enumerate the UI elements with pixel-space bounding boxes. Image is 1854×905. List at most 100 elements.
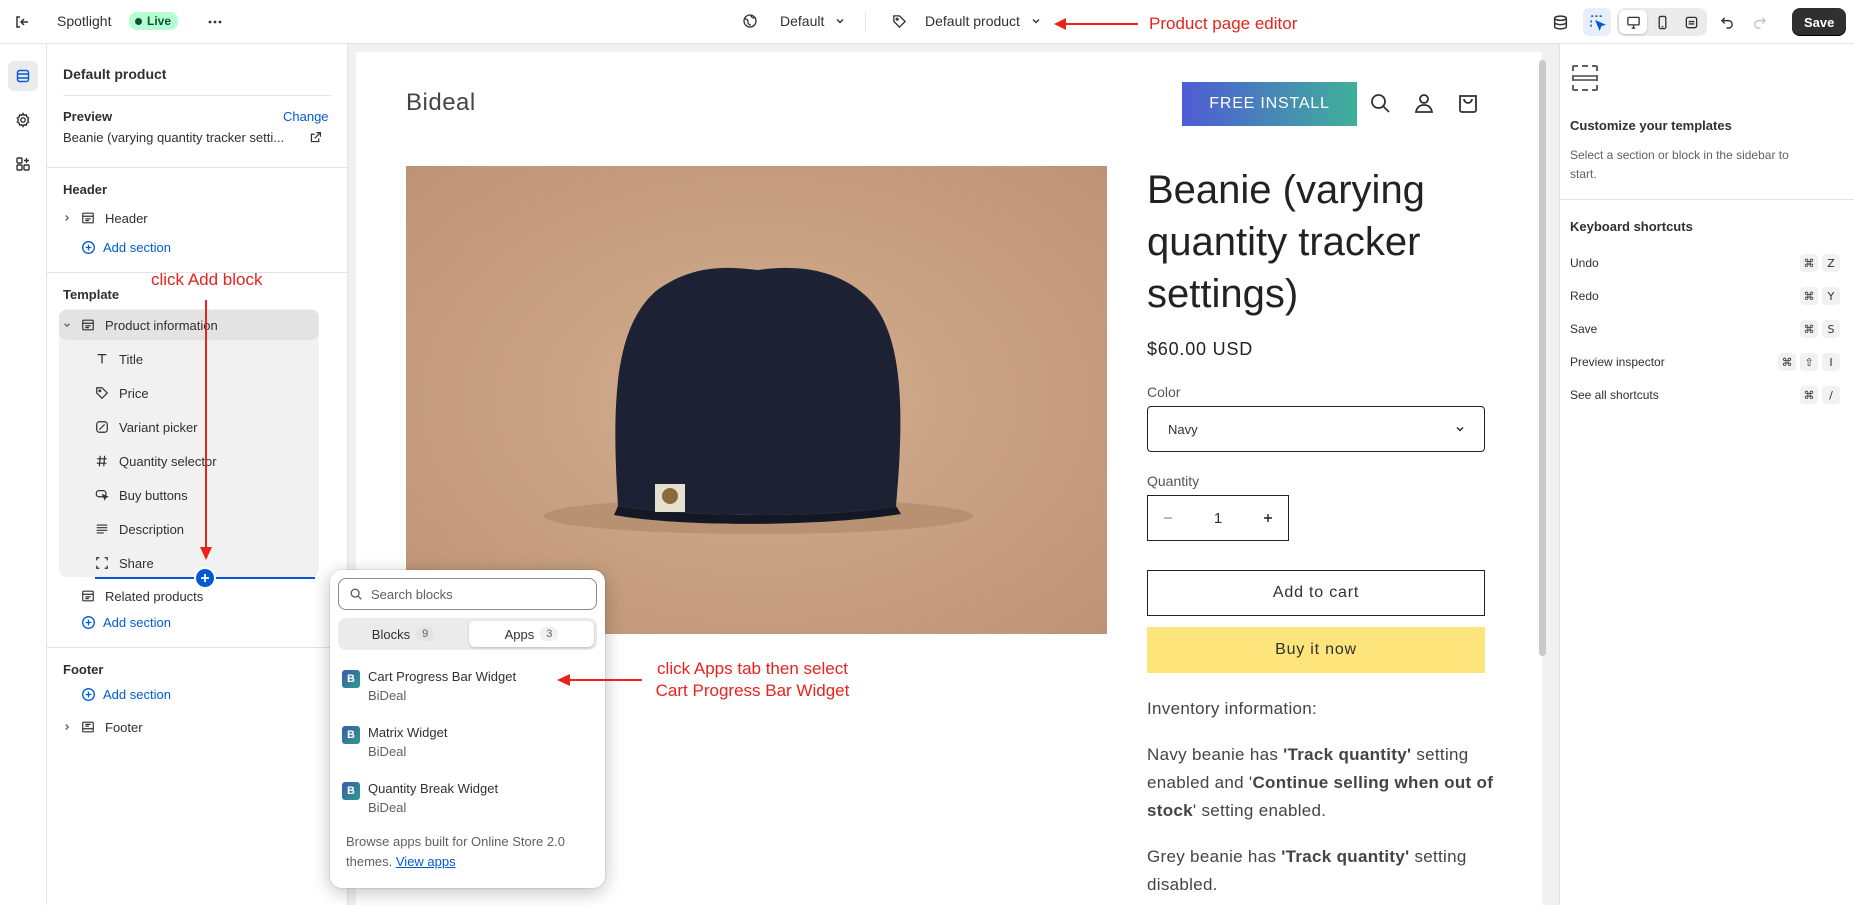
shortcut-see-all[interactable]: See all shortcuts ⌘ / [1570, 381, 1840, 409]
chevron-down-icon[interactable] [59, 320, 75, 330]
text-lines-icon [93, 522, 111, 536]
template-selector[interactable]: Default product [892, 13, 1042, 29]
color-label: Color [1147, 384, 1181, 400]
template-selector-label: Default product [925, 13, 1020, 29]
browse-apps-text: Browse apps built for Online Store 2.0 t… [346, 834, 565, 869]
app-block-vendor: BiDeal [368, 688, 407, 703]
top-bar: Spotlight Live Default Default product S… [0, 0, 1854, 44]
add-to-cart-button[interactable]: Add to cart [1147, 570, 1485, 616]
account-icon[interactable] [1412, 91, 1436, 115]
section-icon [79, 589, 97, 603]
more-options-icon[interactable] [201, 8, 229, 36]
customize-template-icon [1570, 63, 1600, 93]
annotation-arrow-apps [557, 674, 642, 686]
quantity-value[interactable]: 1 [1214, 510, 1222, 527]
add-section-label: Add section [103, 615, 171, 630]
chevron-right-icon[interactable] [59, 213, 75, 223]
store-logo[interactable]: Bideal [406, 89, 476, 117]
search-icon [350, 588, 362, 600]
app-block-quantity-break[interactable]: B Quantity Break Widget BiDeal [338, 774, 597, 822]
annotation-apps: click Apps tab then select Cart Progress… [655, 659, 850, 700]
mobile-view-icon[interactable] [1648, 10, 1676, 34]
search-blocks-input[interactable] [371, 586, 571, 602]
sections-icon[interactable] [8, 61, 38, 91]
select-element-icon[interactable] [1583, 8, 1611, 36]
hash-icon [93, 454, 111, 468]
bideal-app-icon: B [342, 782, 360, 800]
preview-scrollbar[interactable] [1539, 60, 1546, 656]
app-block-matrix-widget[interactable]: B Matrix Widget BiDeal [338, 718, 597, 766]
search-blocks-field[interactable] [338, 578, 597, 610]
tree-item-footer[interactable]: Footer [59, 712, 319, 742]
color-select-value: Navy [1168, 421, 1198, 437]
quantity-stepper: 1 [1147, 495, 1289, 541]
app-name: Spotlight [57, 13, 112, 29]
add-block-popover: Blocks 9 Apps 3 B Cart Progress Bar Widg… [330, 570, 605, 888]
undo-icon[interactable] [1713, 8, 1741, 36]
add-section-header[interactable]: Add section [81, 240, 171, 255]
bideal-app-icon: B [342, 670, 360, 688]
exit-icon[interactable] [8, 8, 36, 36]
chevron-right-icon[interactable] [59, 722, 75, 732]
fullscreen-view-icon[interactable] [1677, 10, 1705, 34]
add-section-label: Add section [103, 687, 171, 702]
left-rail [0, 44, 47, 905]
view-apps-link[interactable]: View apps [396, 854, 456, 869]
annotation-arrow-add-block [200, 300, 212, 560]
bideal-app-icon: B [342, 726, 360, 744]
color-select[interactable]: Navy [1147, 406, 1485, 452]
plus-icon[interactable] [1262, 512, 1274, 524]
shortcuts-heading: Keyboard shortcuts [1570, 219, 1693, 234]
add-section-footer[interactable]: Add section [81, 687, 171, 702]
desktop-view-icon[interactable] [1619, 10, 1647, 34]
tree-item-label: Related products [105, 588, 204, 604]
chevron-down-icon [1032, 19, 1040, 24]
product-image[interactable] [406, 166, 1107, 634]
tab-apps[interactable]: Apps 3 [469, 621, 594, 647]
tree-item-header[interactable]: Header [59, 203, 319, 233]
divider [47, 167, 347, 168]
template-group-heading: Template [63, 287, 120, 302]
live-label: Live [147, 14, 172, 28]
tab-blocks[interactable]: Blocks 9 [341, 621, 465, 647]
external-link-icon[interactable] [309, 131, 322, 144]
save-button[interactable]: Save [1792, 8, 1847, 36]
quantity-label: Quantity [1147, 473, 1200, 489]
section-icon [79, 318, 97, 332]
block-label: Price [119, 385, 149, 401]
cart-icon[interactable] [1456, 91, 1480, 115]
apps-icon[interactable] [8, 149, 38, 179]
preview-product-name[interactable]: Beanie (varying quantity tracker setti..… [63, 130, 303, 145]
product-title: Beanie (varying quantity tracker setting… [1147, 168, 1425, 316]
divider [63, 95, 331, 96]
tree-item-label: Header [105, 210, 148, 226]
add-section-label: Add section [103, 240, 171, 255]
app-block-vendor: BiDeal [368, 800, 407, 815]
button-cursor-icon [93, 488, 111, 502]
share-frame-icon [93, 556, 111, 570]
annotation-arrow-editor [1054, 18, 1138, 30]
tree-item-related-products[interactable]: Related products [59, 581, 319, 611]
theme-selector[interactable]: Default [742, 13, 846, 29]
change-link[interactable]: Change [283, 109, 329, 124]
redo-icon[interactable] [1745, 8, 1773, 36]
globe-icon [743, 14, 757, 28]
free-install-button[interactable]: FREE INSTALL [1182, 82, 1357, 126]
settings-gear-icon[interactable] [8, 105, 38, 135]
product-price: $60.00 USD [1147, 339, 1254, 359]
text-title-icon [93, 352, 111, 366]
annotation-editor: Product page editor [1149, 14, 1298, 33]
preview-label: Preview [63, 109, 113, 124]
divider [1560, 199, 1854, 200]
live-dot [135, 17, 142, 25]
header-group-heading: Header [63, 182, 108, 197]
minus-icon[interactable] [1162, 512, 1174, 524]
add-section-template[interactable]: Add section [81, 615, 171, 630]
shortcut-undo: Undo ⌘ Z [1570, 249, 1840, 277]
apps-count: 3 [540, 627, 559, 641]
store-preview-icon[interactable] [1546, 8, 1574, 36]
block-label: Share [119, 555, 154, 571]
search-icon[interactable] [1368, 91, 1392, 115]
tree-item-product-information[interactable]: Product information [59, 310, 319, 340]
buy-it-now-button[interactable]: Buy it now [1147, 627, 1485, 673]
